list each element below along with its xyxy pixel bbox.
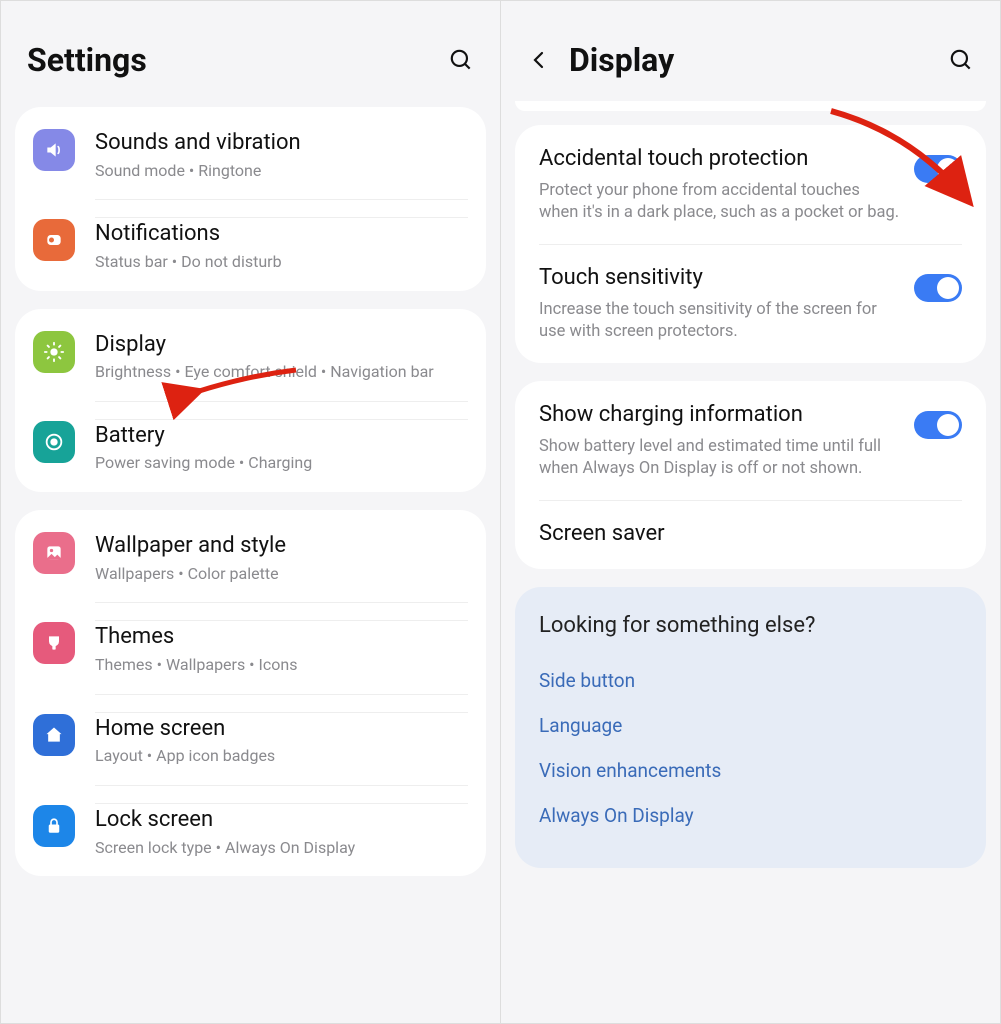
settings-group: Display Brightness • Eye comfort shield …: [15, 309, 486, 493]
display-item-title: Accidental touch protection: [539, 145, 900, 174]
settings-item-sub: Themes • Wallpapers • Icons: [95, 655, 468, 676]
suggestion-link-side-button[interactable]: Side button: [539, 658, 962, 703]
toggle-switch[interactable]: [914, 274, 962, 302]
settings-item-title: Lock screen: [95, 806, 468, 834]
settings-group: Sounds and vibration Sound mode • Ringto…: [15, 107, 486, 291]
settings-item-sounds[interactable]: Sounds and vibration Sound mode • Ringto…: [15, 107, 486, 199]
search-icon: [448, 47, 474, 73]
settings-item-lock-screen[interactable]: Lock screen Screen lock type • Always On…: [15, 785, 486, 876]
settings-item-title: Battery: [95, 422, 468, 450]
settings-item-title: Themes: [95, 623, 468, 651]
display-item-charging-info[interactable]: Show charging information Show battery l…: [515, 381, 986, 500]
chevron-left-icon: [527, 48, 551, 72]
display-item-title: Show charging information: [539, 401, 900, 430]
suggestion-link-language[interactable]: Language: [539, 703, 962, 748]
settings-item-wallpaper[interactable]: Wallpaper and style Wallpapers • Color p…: [15, 510, 486, 602]
sun-icon: [33, 331, 75, 373]
settings-item-sub: Status bar • Do not disturb: [95, 252, 468, 273]
search-icon: [948, 47, 974, 73]
battery-icon: [33, 421, 75, 463]
settings-item-battery[interactable]: Battery Power saving mode • Charging: [15, 401, 486, 492]
display-pane: Display Accidental touch protection Prot…: [501, 1, 1000, 1023]
suggestions-title: Looking for something else?: [539, 613, 962, 638]
settings-title: Settings: [27, 41, 448, 79]
settings-item-themes[interactable]: Themes Themes • Wallpapers • Icons: [15, 602, 486, 693]
display-group: Show charging information Show battery l…: [515, 381, 986, 569]
home-icon: [33, 714, 75, 756]
card-edge: [515, 101, 986, 111]
settings-item-title: Display: [95, 331, 468, 359]
suggestion-link-always-on-display[interactable]: Always On Display: [539, 793, 962, 838]
settings-item-title: Home screen: [95, 715, 468, 743]
settings-header: Settings: [1, 1, 500, 101]
search-button[interactable]: [948, 47, 974, 73]
display-item-accidental-touch[interactable]: Accidental touch protection Protect your…: [515, 125, 986, 244]
display-header: Display: [501, 1, 1000, 101]
toggle-switch[interactable]: [914, 411, 962, 439]
bell-icon: [33, 219, 75, 261]
settings-item-title: Notifications: [95, 220, 468, 248]
settings-item-sub: Brightness • Eye comfort shield • Naviga…: [95, 362, 468, 383]
display-item-screen-saver[interactable]: Screen saver: [515, 500, 986, 569]
brush-icon: [33, 622, 75, 664]
settings-item-home-screen[interactable]: Home screen Layout • App icon badges: [15, 694, 486, 785]
settings-item-sub: Power saving mode • Charging: [95, 453, 468, 474]
display-item-sub: Protect your phone from accidental touch…: [539, 180, 900, 225]
settings-item-title: Sounds and vibration: [95, 129, 468, 157]
search-button[interactable]: [448, 47, 474, 73]
display-item-touch-sensitivity[interactable]: Touch sensitivity Increase the touch sen…: [515, 244, 986, 363]
settings-item-sub: Layout • App icon badges: [95, 746, 468, 767]
settings-item-sub: Screen lock type • Always On Display: [95, 838, 468, 859]
settings-group: Wallpaper and style Wallpapers • Color p…: [15, 510, 486, 876]
display-title: Display: [569, 41, 948, 79]
settings-item-sub: Sound mode • Ringtone: [95, 161, 468, 182]
image-icon: [33, 532, 75, 574]
back-button[interactable]: [527, 48, 551, 72]
related-suggestions: Looking for something else? Side button …: [515, 587, 986, 868]
display-item-sub: Show battery level and estimated time un…: [539, 436, 900, 481]
settings-item-sub: Wallpapers • Color palette: [95, 564, 468, 585]
settings-pane: Settings Sounds and vibration Sound mode…: [1, 1, 501, 1023]
display-item-title: Screen saver: [539, 520, 948, 549]
toggle-switch[interactable]: [914, 155, 962, 183]
settings-item-display[interactable]: Display Brightness • Eye comfort shield …: [15, 309, 486, 401]
display-item-sub: Increase the touch sensitivity of the sc…: [539, 299, 900, 344]
sound-icon: [33, 129, 75, 171]
lock-icon: [33, 805, 75, 847]
suggestion-link-vision-enhancements[interactable]: Vision enhancements: [539, 748, 962, 793]
display-group: Accidental touch protection Protect your…: [515, 125, 986, 363]
settings-item-title: Wallpaper and style: [95, 532, 468, 560]
display-item-title: Touch sensitivity: [539, 264, 900, 293]
settings-item-notifications[interactable]: Notifications Status bar • Do not distur…: [15, 199, 486, 290]
